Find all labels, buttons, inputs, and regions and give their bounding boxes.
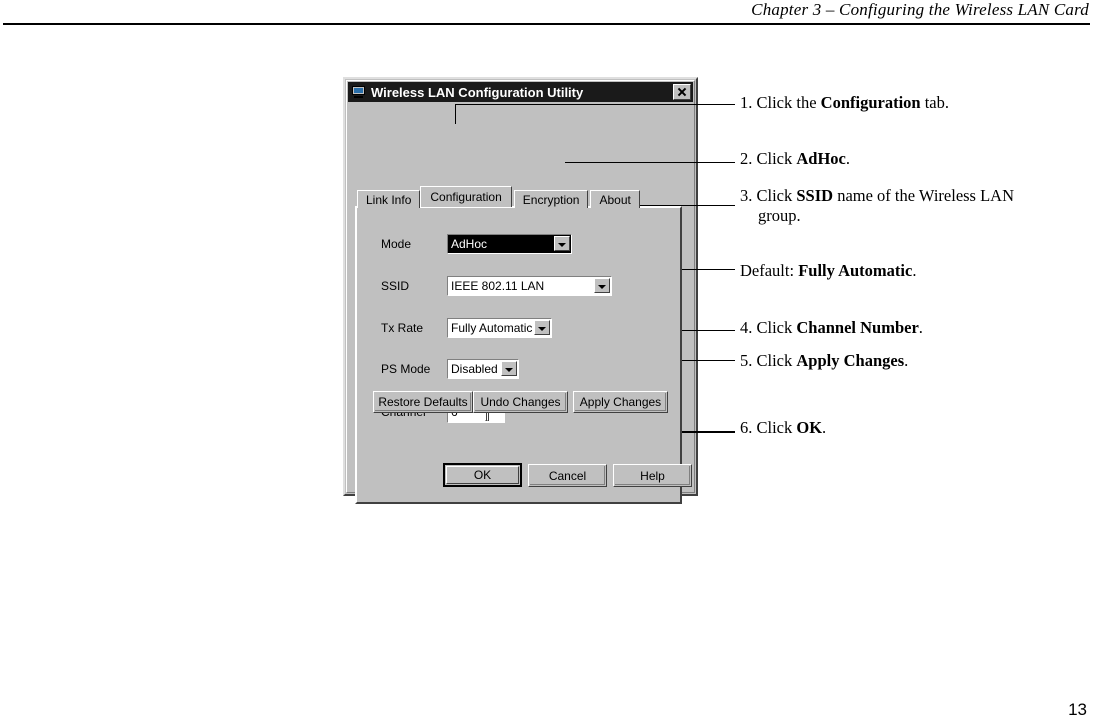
tab-label: Configuration (430, 190, 502, 204)
undo-changes-button[interactable]: Undo Changes (473, 391, 568, 413)
page-number: 13 (1068, 700, 1087, 719)
annotation-prefix: 3. Click (740, 186, 797, 205)
cancel-button[interactable]: Cancel (528, 464, 607, 487)
mode-combobox[interactable]: AdHoc (447, 234, 572, 254)
ssid-label: SSID (381, 279, 410, 293)
ok-button[interactable]: OK (443, 463, 522, 487)
annotation-prefix: 5. Click (740, 351, 797, 370)
annotation-bold: Channel Number (796, 318, 919, 337)
annotation-prefix: 2. Click (740, 149, 797, 168)
leader-line-1-vertical (455, 104, 456, 124)
chevron-down-icon[interactable] (501, 361, 517, 376)
dialog-title: Wireless LAN Configuration Utility (371, 84, 584, 100)
tx-rate-label: Tx Rate (381, 321, 424, 335)
annotation-bold: Configuration (820, 93, 921, 112)
leader-line-2-horizontal (565, 162, 735, 163)
ssid-value: IEEE 802.11 LAN (451, 279, 545, 293)
tab-about[interactable]: About (590, 190, 640, 208)
annotation-continuation: group. (758, 206, 801, 225)
tab-configuration[interactable]: Configuration (420, 186, 512, 207)
annotation-bold: AdHoc (796, 149, 846, 168)
button-label: Restore Defaults (378, 395, 468, 409)
annotation-bold: SSID (796, 186, 834, 205)
tab-label: Encryption (522, 192, 580, 207)
tx-rate-combobox[interactable]: Fully Automatic (447, 318, 552, 338)
mode-value: AdHoc (451, 237, 488, 251)
annotation-step-4: 4. Click Channel Number. (740, 318, 923, 338)
annotation-prefix: Default: (740, 261, 799, 280)
field-row-ps-mode: PS Mode Disabled (381, 359, 519, 379)
annotation-prefix: 1. Click the (740, 93, 821, 112)
computer-icon (351, 85, 367, 99)
wireless-lan-configuration-dialog: Wireless LAN Configuration Utility Link … (343, 77, 698, 504)
mode-label: Mode (381, 237, 412, 251)
button-label: Cancel (548, 468, 587, 483)
field-row-ssid: SSID IEEE 802.11 LAN (381, 276, 612, 296)
chevron-down-icon[interactable] (554, 236, 570, 251)
button-label: OK (473, 468, 492, 482)
annotation-bold: Apply Changes (796, 351, 905, 370)
annotation-bold: Fully Automatic (798, 261, 913, 280)
dialog-titlebar: Wireless LAN Configuration Utility (348, 82, 693, 102)
annotation-suffix: . (918, 318, 923, 337)
restore-defaults-button[interactable]: Restore Defaults (373, 391, 473, 413)
annotation-suffix: . (904, 351, 909, 370)
tab-encryption[interactable]: Encryption (513, 190, 589, 208)
chevron-down-icon[interactable] (594, 278, 610, 293)
annotation-suffix: . (845, 149, 850, 168)
annotation-bold: OK (796, 418, 823, 437)
tab-label: About (599, 192, 631, 207)
field-row-mode: Mode AdHoc (381, 234, 572, 254)
annotation-step-3: 3. Click SSID name of the Wireless LAN g… (740, 186, 1040, 226)
ssid-combobox[interactable]: IEEE 802.11 LAN (447, 276, 612, 296)
help-button[interactable]: Help (613, 464, 692, 487)
leader-line-1-horizontal (455, 104, 735, 105)
tab-link-info[interactable]: Link Info (357, 190, 421, 208)
annotation-suffix: . (912, 261, 917, 280)
annotation-default-note: Default: Fully Automatic. (740, 261, 916, 281)
annotation-suffix: . (822, 418, 827, 437)
button-label: Apply Changes (579, 395, 662, 409)
annotation-step-6: 6. Click OK. (740, 418, 826, 438)
annotation-step-1: 1. Click the Configuration tab. (740, 93, 949, 113)
ps-mode-label: PS Mode (381, 362, 431, 376)
field-row-tx-rate: Tx Rate Fully Automatic (381, 318, 552, 338)
close-icon[interactable] (673, 84, 691, 100)
tab-label: Link Info (366, 192, 412, 207)
annotation-suffix: name of the Wireless LAN (833, 186, 1015, 205)
chevron-down-icon[interactable] (534, 320, 550, 335)
apply-changes-button[interactable]: Apply Changes (573, 391, 668, 413)
tabstrip: Link Info Configuration Encryption About (357, 186, 642, 208)
tx-rate-value: Fully Automatic (451, 321, 533, 335)
annotation-step-2: 2. Click AdHoc. (740, 149, 850, 169)
ps-mode-combobox[interactable]: Disabled (447, 359, 519, 379)
ps-mode-value: Disabled (451, 362, 498, 376)
button-label: Undo Changes (480, 395, 561, 409)
annotation-prefix: 6. Click (740, 418, 797, 437)
button-label: Help (640, 468, 665, 483)
annotation-step-5: 5. Click Apply Changes. (740, 351, 908, 371)
annotation-suffix: tab. (920, 93, 950, 112)
annotation-list: 1. Click the Configuration tab. 2. Click… (740, 0, 1080, 722)
annotation-prefix: 4. Click (740, 318, 797, 337)
